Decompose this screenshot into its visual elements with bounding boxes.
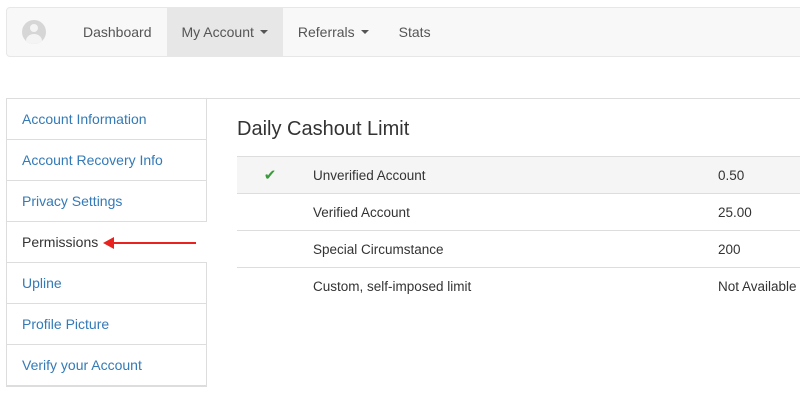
user-avatar-icon[interactable] (22, 20, 46, 44)
sidebar-item-account-information[interactable]: Account Information (7, 99, 207, 140)
sidebar-item-label: Permissions (22, 234, 99, 250)
row-check-cell: ✔ (237, 156, 303, 194)
sidebar-item-profile-picture[interactable]: Profile Picture (7, 304, 207, 345)
nav-referrals-label: Referrals (297, 24, 355, 40)
content-top-border (206, 98, 800, 99)
cashout-limit-table: ✔ Unverified Account 0.50 Verified Accou… (237, 156, 800, 305)
nav-referrals[interactable]: Referrals (283, 8, 384, 56)
row-check-cell (237, 267, 303, 305)
avatar-head (30, 24, 38, 32)
page-title: Daily Cashout Limit (237, 118, 410, 140)
table-row: Custom, self-imposed limit Not Available (237, 267, 800, 305)
checkmark-icon: ✔ (263, 167, 277, 184)
nav-stats[interactable]: Stats (384, 8, 446, 56)
annotation-arrow-icon (103, 237, 196, 249)
table-row: Special Circumstance 200 (237, 230, 800, 268)
table-row: ✔ Unverified Account 0.50 (237, 156, 800, 194)
table-row: Verified Account 25.00 (237, 193, 800, 231)
row-check-cell (237, 193, 303, 231)
nav-dashboard-label: Dashboard (83, 24, 152, 40)
row-label: Unverified Account (303, 156, 718, 194)
row-check-cell (237, 230, 303, 268)
top-navbar: Dashboard My Account Referrals Stats (6, 7, 800, 57)
sidebar-item-label: Upline (22, 275, 62, 291)
row-value: 25.00 (718, 193, 800, 231)
sidebar-item-upline[interactable]: Upline (7, 263, 207, 304)
row-label: Special Circumstance (303, 230, 718, 268)
sidebar-item-privacy-settings[interactable]: Privacy Settings (7, 181, 207, 222)
row-value: 0.50 (718, 156, 800, 194)
sidebar-item-label: Account Information (22, 111, 147, 127)
row-value: Not Available (718, 267, 800, 305)
sidebar-item-label: Privacy Settings (22, 193, 123, 209)
nav-my-account-label: My Account (181, 24, 254, 40)
nav-my-account[interactable]: My Account (166, 8, 283, 56)
sidebar-item-label: Account Recovery Info (22, 152, 163, 168)
caret-down-icon (259, 30, 268, 34)
sidebar-item-label: Profile Picture (22, 316, 110, 332)
avatar-body (26, 34, 42, 44)
sidebar-item-account-recovery-info[interactable]: Account Recovery Info (7, 140, 207, 181)
row-value: 200 (718, 230, 800, 268)
nav-dashboard[interactable]: Dashboard (68, 8, 167, 56)
sidebar-item-label: Verify your Account (22, 357, 142, 373)
nav-stats-label: Stats (398, 24, 431, 40)
sidebar-item-verify-your-account[interactable]: Verify your Account (7, 345, 207, 386)
row-label: Verified Account (303, 193, 718, 231)
caret-down-icon (360, 30, 369, 34)
row-label: Custom, self-imposed limit (303, 267, 718, 305)
